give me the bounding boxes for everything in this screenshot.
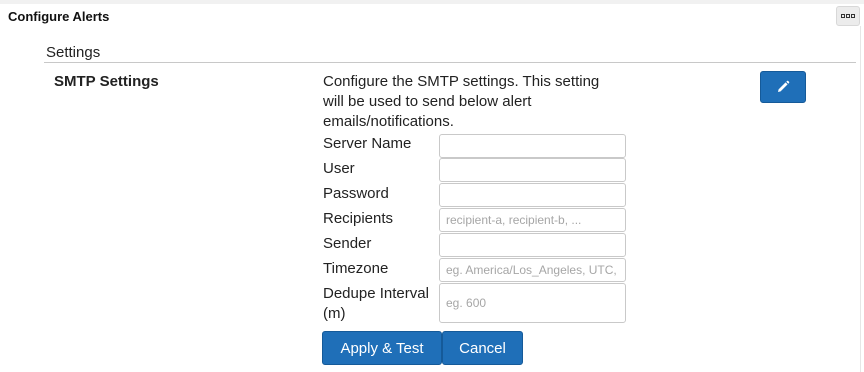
panel-right-border [860, 26, 861, 372]
sender-label: Sender [323, 235, 372, 252]
dedupe-interval-label: Dedupe Interval (m) [323, 285, 429, 322]
user-label: User [323, 160, 355, 177]
recipients-input[interactable] [439, 208, 626, 232]
password-label: Password [323, 185, 389, 202]
dedupe-interval-input[interactable] [439, 283, 626, 323]
ellipsis-icon [846, 14, 850, 18]
user-input[interactable] [439, 158, 626, 182]
section-divider [44, 62, 856, 63]
recipients-label: Recipients [323, 210, 394, 227]
panel-title: Configure Alerts [8, 9, 110, 24]
smtp-description: Configure the SMTP settings. This settin… [323, 73, 600, 130]
sender-input[interactable] [439, 233, 626, 257]
pencil-icon [778, 80, 790, 92]
server-name-label: Server Name [323, 135, 412, 152]
apply-test-button[interactable]: Apply & Test [322, 331, 442, 365]
timezone-label: Timezone [323, 260, 389, 277]
edit-button[interactable] [760, 71, 806, 103]
section-title: Settings [46, 44, 101, 61]
timezone-input[interactable] [439, 258, 626, 282]
smtp-heading: SMTP Settings [54, 73, 159, 90]
ellipsis-icon [851, 14, 855, 18]
ellipsis-icon [841, 14, 845, 18]
top-divider [0, 0, 864, 4]
panel-menu-button[interactable] [836, 6, 860, 26]
server-name-input[interactable] [439, 134, 626, 158]
password-input[interactable] [439, 183, 626, 207]
cancel-button[interactable]: Cancel [442, 331, 523, 365]
